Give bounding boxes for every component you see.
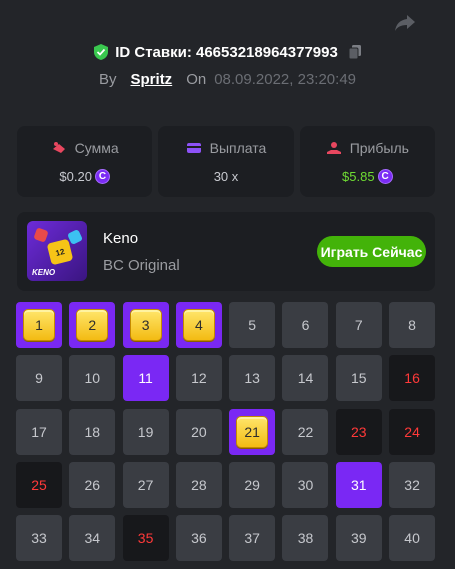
coin-icon: C bbox=[377, 168, 393, 184]
keno-cell: 9 bbox=[16, 355, 62, 402]
author-row: By Spritz On 08.09.2022, 23:20:49 bbox=[0, 71, 455, 88]
keno-cell: 20 bbox=[175, 408, 222, 455]
keno-cell: 5 bbox=[229, 302, 276, 348]
card-icon bbox=[186, 142, 201, 153]
keno-cell: 16 bbox=[389, 355, 436, 402]
keno-cell: 1 bbox=[16, 302, 62, 348]
share-button[interactable] bbox=[393, 13, 417, 33]
amount-icon bbox=[52, 141, 65, 153]
keno-thumbnail[interactable]: 12 KENO bbox=[27, 221, 87, 281]
stat-payout-label: Выплата bbox=[209, 139, 267, 156]
keno-cell: 12 bbox=[175, 355, 222, 402]
yellow-die-icon: 12 bbox=[46, 238, 74, 266]
stat-profit-label: Прибыль bbox=[349, 139, 409, 156]
keno-board: 1 2 3 4 5 6 7 8 9 10 11 12 13 14 15 16 17 18 19 20 21 22 23 24 2… bbox=[16, 302, 437, 562]
game-provider: BC Original bbox=[103, 257, 180, 274]
keno-cell: 7 bbox=[335, 302, 382, 348]
keno-cell: 23 bbox=[335, 408, 382, 455]
stat-payout: Выплата 30 x bbox=[158, 126, 294, 197]
bet-stats: Сумма $0.20 C Выплата 30 x Прибыль $5.85… bbox=[17, 126, 435, 197]
keno-cell: 31 bbox=[335, 461, 382, 508]
keno-cell: 40 bbox=[389, 515, 436, 562]
keno-cell: 28 bbox=[175, 461, 222, 508]
keno-cell: 17 bbox=[16, 408, 62, 455]
verified-shield-icon bbox=[94, 44, 109, 60]
on-label: On bbox=[186, 71, 207, 88]
keno-cell: 33 bbox=[16, 515, 62, 562]
keno-cell: 13 bbox=[229, 355, 276, 402]
stat-amount-value: $0.20 bbox=[59, 168, 92, 184]
keno-cell: 38 bbox=[282, 515, 329, 562]
stat-amount: Сумма $0.20 C bbox=[17, 126, 153, 197]
keno-cell: 32 bbox=[389, 461, 436, 508]
keno-cell: 11 bbox=[122, 355, 169, 402]
keno-cell: 27 bbox=[122, 461, 169, 508]
profit-icon bbox=[326, 141, 341, 154]
bet-id: ID Ставки: 46653218964377993 bbox=[115, 43, 338, 61]
game-name[interactable]: Keno bbox=[103, 230, 138, 247]
keno-cell: 3 bbox=[122, 302, 169, 348]
coin-icon: C bbox=[94, 168, 110, 184]
keno-cell: 10 bbox=[69, 355, 116, 402]
keno-cell: 39 bbox=[335, 515, 382, 562]
keno-cell: 4 bbox=[175, 302, 222, 348]
stat-amount-label: Сумма bbox=[74, 139, 119, 156]
gem-icon: 4 bbox=[182, 309, 215, 341]
gem-icon: 2 bbox=[76, 309, 109, 341]
keno-cell: 30 bbox=[282, 461, 329, 508]
copy-icon[interactable] bbox=[348, 44, 362, 60]
keno-cell: 35 bbox=[122, 515, 169, 562]
keno-logo: KENO bbox=[32, 268, 56, 277]
keno-cell: 22 bbox=[282, 408, 329, 455]
play-now-button[interactable]: Играть Сейчас bbox=[317, 236, 426, 267]
share-icon bbox=[395, 15, 415, 31]
keno-cell: 8 bbox=[389, 302, 436, 348]
keno-cell: 25 bbox=[16, 461, 62, 508]
keno-cell: 18 bbox=[69, 408, 116, 455]
gem-icon: 21 bbox=[236, 415, 269, 448]
keno-cell: 15 bbox=[335, 355, 382, 402]
username-link[interactable]: Spritz bbox=[131, 71, 173, 88]
keno-cell: 34 bbox=[69, 515, 116, 562]
gem-icon: 3 bbox=[129, 309, 162, 341]
bet-datetime: 08.09.2022, 23:20:49 bbox=[214, 71, 356, 88]
game-card: 12 KENO Keno BC Original Играть Сейчас bbox=[17, 212, 435, 291]
keno-cell: 6 bbox=[282, 302, 329, 348]
bet-id-row: ID Ставки: 46653218964377993 bbox=[0, 43, 455, 61]
stat-profit: Прибыль $5.85 C bbox=[299, 126, 435, 197]
keno-cell: 29 bbox=[229, 461, 276, 508]
keno-cell: 2 bbox=[69, 302, 116, 348]
keno-cell: 14 bbox=[282, 355, 329, 402]
keno-cell: 21 bbox=[229, 408, 276, 455]
red-die-icon bbox=[33, 227, 49, 243]
keno-cell: 36 bbox=[175, 515, 222, 562]
keno-cell: 26 bbox=[69, 461, 116, 508]
stat-payout-value: 30 x bbox=[213, 168, 239, 184]
keno-cell: 19 bbox=[122, 408, 169, 455]
blue-die-icon bbox=[67, 229, 83, 245]
keno-cell: 24 bbox=[389, 408, 436, 455]
gem-icon: 1 bbox=[23, 309, 55, 341]
keno-cell: 37 bbox=[229, 515, 276, 562]
stat-profit-value: $5.85 bbox=[342, 168, 375, 184]
by-label: By bbox=[99, 71, 117, 88]
